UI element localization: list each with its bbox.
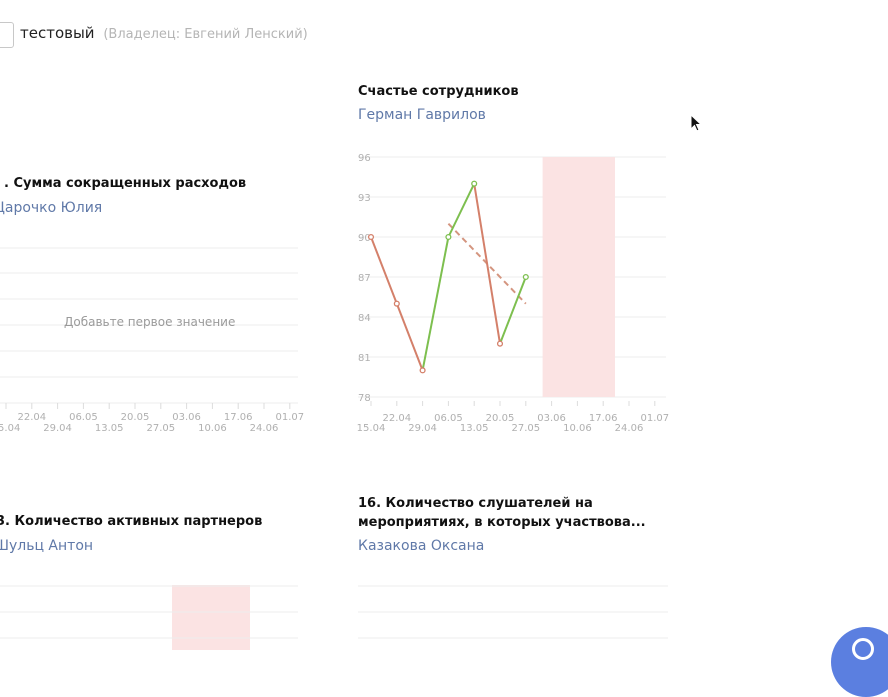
listeners-chart[interactable] (350, 580, 680, 650)
y-tick-label: 93 (358, 193, 371, 204)
x-tick-label: 20.05 (121, 412, 150, 423)
chart-y-axis: 78818487909396 (358, 153, 371, 404)
y-tick-label: 87 (358, 273, 371, 284)
empty-chart-message[interactable]: Добавьте первое значение (64, 315, 235, 329)
x-tick-label: 13.05 (460, 423, 489, 434)
y-tick-label: 96 (358, 153, 371, 164)
y-tick-label: 81 (358, 353, 371, 364)
chart-highlight (542, 157, 615, 397)
x-tick-label: 01.07 (640, 413, 669, 424)
expenses-chart[interactable]: 15.0422.0429.0406.0513.0520.0527.0503.06… (0, 240, 308, 440)
y-tick-label: 78 (358, 393, 371, 404)
card-title-expenses[interactable]: . Сумма сокращенных расходов (4, 174, 246, 193)
x-tick-label: 22.04 (382, 413, 411, 424)
series-segment (395, 303, 424, 371)
x-tick-label: 29.04 (43, 423, 72, 434)
x-tick-label: 10.06 (198, 423, 227, 434)
highlight-band (542, 157, 615, 397)
card-title-happiness[interactable]: Счастье сотрудников (358, 82, 519, 101)
board-header: тестовый (Владелец: Евгений Ленский) (20, 24, 308, 42)
x-tick-label: 22.04 (17, 412, 46, 423)
chart-x-axis: 15.0422.0429.0406.0513.0520.0527.0503.06… (0, 403, 304, 434)
x-tick-label: 06.05 (434, 413, 463, 424)
x-tick-label: 17.06 (224, 412, 253, 423)
x-tick-label: 06.05 (69, 412, 98, 423)
series-segment (499, 276, 527, 345)
data-point[interactable] (522, 273, 529, 281)
x-tick-label: 15.04 (357, 423, 386, 434)
chart-highlight (172, 585, 250, 650)
card-title-partners[interactable]: 3. Количество активных партнеров (0, 512, 262, 531)
partners-chart[interactable] (0, 580, 308, 650)
x-tick-label: 29.04 (408, 423, 437, 434)
x-tick-label: 10.06 (563, 423, 592, 434)
card-owner-expenses[interactable]: Царочко Юлия (0, 200, 102, 216)
data-point[interactable] (419, 367, 426, 374)
x-tick-label: 20.05 (486, 413, 515, 424)
x-tick-label: 24.06 (250, 423, 279, 434)
y-tick-label: 84 (358, 313, 371, 324)
help-icon (852, 638, 874, 660)
x-tick-label: 01.07 (275, 412, 304, 423)
series-segment (473, 183, 501, 344)
board-checkbox[interactable] (0, 22, 14, 48)
board-owner: (Владелец: Евгений Ленский) (103, 27, 308, 42)
x-tick-label: 15.04 (0, 423, 20, 434)
x-tick-label: 17.06 (589, 413, 618, 424)
data-point[interactable] (496, 340, 504, 347)
x-tick-label: 03.06 (172, 412, 201, 423)
board-name[interactable]: тестовый (20, 24, 95, 42)
x-tick-label: 27.05 (146, 423, 175, 434)
series-segment (421, 236, 450, 371)
card-title-line: мероприятиях, в которых участвова... (358, 515, 646, 530)
data-point[interactable] (393, 300, 400, 307)
data-point[interactable] (445, 233, 452, 241)
x-tick-label: 27.05 (511, 423, 540, 434)
card-owner-happiness[interactable]: Герман Гаврилов (358, 107, 486, 123)
x-tick-label: 13.05 (95, 423, 124, 434)
x-tick-label: 24.06 (615, 423, 644, 434)
card-title-listeners[interactable]: 16. Количество слушателей на мероприятия… (358, 494, 646, 532)
series-segment (370, 236, 398, 305)
data-point[interactable] (367, 233, 375, 241)
card-title-line: 16. Количество слушателей на (358, 496, 593, 511)
chart-grid (358, 156, 666, 398)
data-point[interactable] (471, 180, 478, 187)
x-tick-label: 03.06 (537, 413, 566, 424)
card-owner-partners[interactable]: Шульц Антон (0, 538, 93, 554)
mouse-cursor-icon (690, 114, 703, 132)
series-segment (447, 183, 476, 238)
happiness-chart[interactable]: 78818487909396 15.0422.0429.0406.0513.05… (340, 140, 680, 440)
card-owner-listeners[interactable]: Казакова Оксана (358, 538, 484, 554)
chart-x-axis: 15.0422.0429.0406.0513.0520.0527.0503.06… (357, 401, 669, 434)
